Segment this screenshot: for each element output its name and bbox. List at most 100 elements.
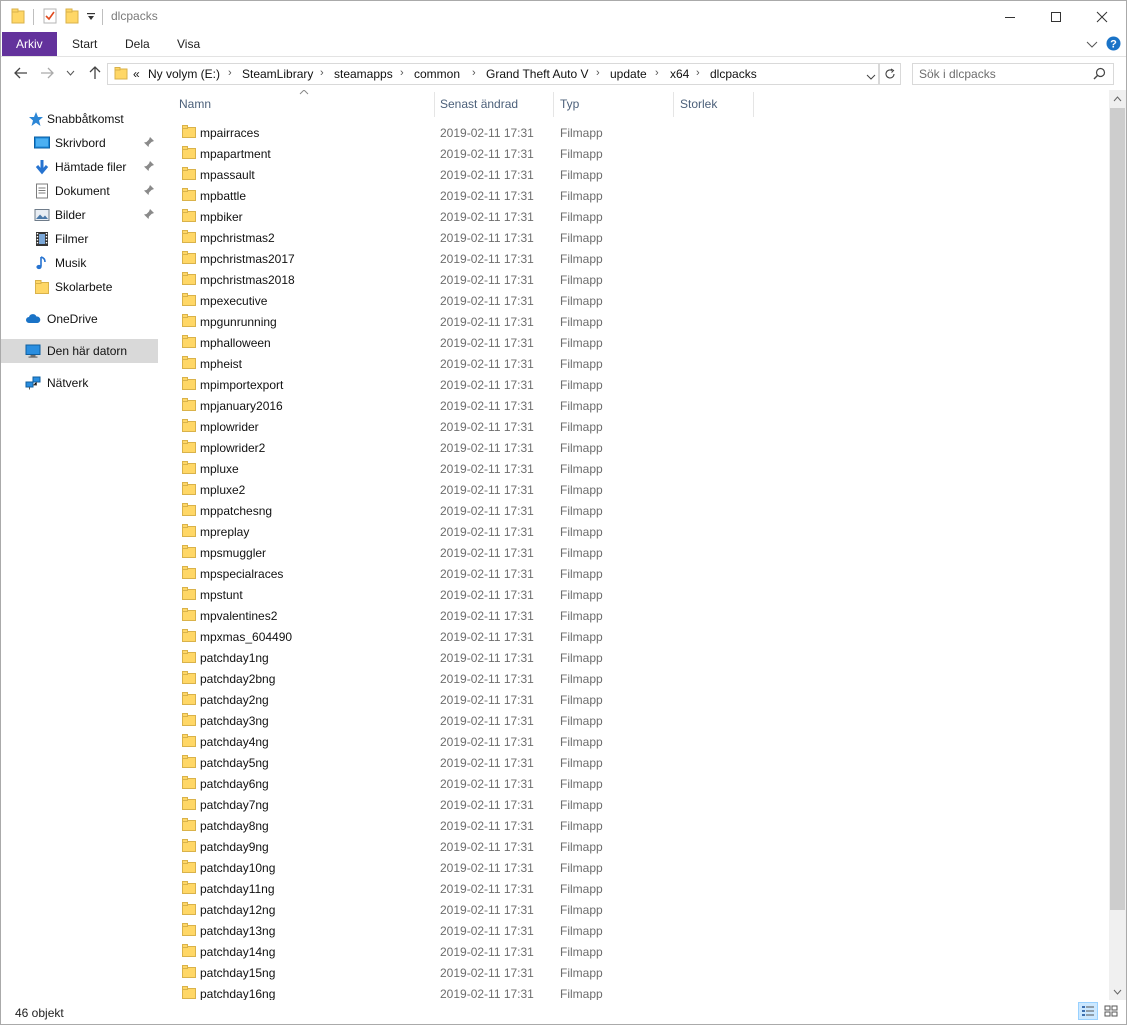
file-row[interactable]: mphalloween 2019-02-11 17:31 Filmapp bbox=[177, 332, 737, 353]
nav-item-filmer[interactable]: Filmer bbox=[1, 227, 158, 251]
file-row[interactable]: patchday14ng 2019-02-11 17:31 Filmapp bbox=[177, 941, 737, 962]
nav-item-hamtade-filer[interactable]: Hämtade filer bbox=[1, 155, 158, 179]
breadcrumb-item[interactable]: dlcpacks bbox=[710, 67, 757, 81]
pin-icon[interactable] bbox=[143, 184, 155, 196]
file-row[interactable]: mpbattle 2019-02-11 17:31 Filmapp bbox=[177, 185, 737, 206]
file-row[interactable]: mpchristmas2018 2019-02-11 17:31 Filmapp bbox=[177, 269, 737, 290]
file-row[interactable]: mpsmuggler 2019-02-11 17:31 Filmapp bbox=[177, 542, 737, 563]
file-row[interactable]: patchday3ng 2019-02-11 17:31 Filmapp bbox=[177, 710, 737, 731]
address-bar[interactable]: « Ny volym (E:) › SteamLibrary › steamap… bbox=[107, 63, 879, 85]
breadcrumb-item[interactable]: Grand Theft Auto V bbox=[486, 67, 589, 81]
file-row[interactable]: mpluxe2 2019-02-11 17:31 Filmapp bbox=[177, 479, 737, 500]
breadcrumb-item[interactable]: update bbox=[610, 67, 647, 81]
search-input[interactable] bbox=[919, 66, 1089, 81]
breadcrumb-separator-icon[interactable]: › bbox=[596, 67, 600, 79]
column-divider[interactable] bbox=[434, 92, 435, 117]
file-row[interactable]: patchday6ng 2019-02-11 17:31 Filmapp bbox=[177, 773, 737, 794]
search-box[interactable] bbox=[912, 63, 1114, 85]
tab-dela[interactable]: Dela bbox=[111, 32, 164, 56]
file-row[interactable]: mplowrider 2019-02-11 17:31 Filmapp bbox=[177, 416, 737, 437]
file-row[interactable]: mpvalentines2 2019-02-11 17:31 Filmapp bbox=[177, 605, 737, 626]
file-row[interactable]: patchday2bng 2019-02-11 17:31 Filmapp bbox=[177, 668, 737, 689]
file-row[interactable]: mpgunrunning 2019-02-11 17:31 Filmapp bbox=[177, 311, 737, 332]
breadcrumb-separator-icon[interactable]: › bbox=[655, 67, 659, 79]
nav-item-snabbatkomst[interactable]: Snabbåtkomst bbox=[1, 107, 158, 131]
file-row[interactable]: patchday16ng 2019-02-11 17:31 Filmapp bbox=[177, 983, 737, 1000]
customize-quick-access-icon[interactable] bbox=[86, 11, 96, 25]
column-header-name[interactable]: Namn bbox=[179, 97, 211, 111]
breadcrumb-item[interactable]: SteamLibrary bbox=[242, 67, 313, 81]
file-row[interactable]: patchday9ng 2019-02-11 17:31 Filmapp bbox=[177, 836, 737, 857]
tab-arkiv[interactable]: Arkiv bbox=[2, 32, 57, 56]
close-button[interactable] bbox=[1079, 1, 1125, 32]
scroll-up-button[interactable] bbox=[1109, 90, 1126, 107]
maximize-button[interactable] bbox=[1033, 1, 1079, 32]
file-row[interactable]: patchday1ng 2019-02-11 17:31 Filmapp bbox=[177, 647, 737, 668]
file-row[interactable]: mpairraces 2019-02-11 17:31 Filmapp bbox=[177, 122, 737, 143]
file-row[interactable]: mpstunt 2019-02-11 17:31 Filmapp bbox=[177, 584, 737, 605]
pin-icon[interactable] bbox=[143, 160, 155, 172]
tab-start[interactable]: Start bbox=[58, 32, 111, 56]
file-row[interactable]: patchday4ng 2019-02-11 17:31 Filmapp bbox=[177, 731, 737, 752]
recent-locations-button[interactable] bbox=[63, 63, 77, 83]
file-row[interactable]: patchday7ng 2019-02-11 17:31 Filmapp bbox=[177, 794, 737, 815]
large-icons-view-button[interactable] bbox=[1101, 1002, 1121, 1020]
scroll-down-button[interactable] bbox=[1109, 983, 1126, 1000]
minimize-button[interactable] bbox=[987, 1, 1033, 32]
breadcrumb-item[interactable]: Ny volym (E:) bbox=[148, 67, 220, 81]
breadcrumb-item[interactable]: x64 bbox=[670, 67, 689, 81]
file-row[interactable]: patchday8ng 2019-02-11 17:31 Filmapp bbox=[177, 815, 737, 836]
column-divider[interactable] bbox=[673, 92, 674, 117]
file-row[interactable]: patchday11ng 2019-02-11 17:31 Filmapp bbox=[177, 878, 737, 899]
breadcrumb-separator-icon[interactable]: › bbox=[696, 67, 700, 79]
chevron-down-icon[interactable] bbox=[866, 70, 876, 84]
pin-icon[interactable] bbox=[143, 136, 155, 148]
file-row[interactable]: mpexecutive 2019-02-11 17:31 Filmapp bbox=[177, 290, 737, 311]
details-view-button[interactable] bbox=[1078, 1002, 1098, 1020]
file-row[interactable]: mpxmas_604490 2019-02-11 17:31 Filmapp bbox=[177, 626, 737, 647]
breadcrumb-item[interactable]: common bbox=[414, 67, 460, 81]
breadcrumb-item[interactable]: steamapps bbox=[334, 67, 393, 81]
file-row[interactable]: patchday13ng 2019-02-11 17:31 Filmapp bbox=[177, 920, 737, 941]
tab-visa[interactable]: Visa bbox=[163, 32, 214, 56]
nav-item-dokument[interactable]: Dokument bbox=[1, 179, 158, 203]
search-icon[interactable] bbox=[1093, 67, 1106, 83]
column-header-size[interactable]: Storlek bbox=[680, 97, 717, 111]
nav-item-bilder[interactable]: Bilder bbox=[1, 203, 158, 227]
column-divider[interactable] bbox=[753, 92, 754, 117]
file-row[interactable]: patchday10ng 2019-02-11 17:31 Filmapp bbox=[177, 857, 737, 878]
file-row[interactable]: mpspecialraces 2019-02-11 17:31 Filmapp bbox=[177, 563, 737, 584]
nav-item-natverk[interactable]: Nätverk bbox=[1, 371, 158, 395]
back-button[interactable] bbox=[11, 63, 31, 83]
file-row[interactable]: mpimportexport 2019-02-11 17:31 Filmapp bbox=[177, 374, 737, 395]
file-row[interactable]: mplowrider2 2019-02-11 17:31 Filmapp bbox=[177, 437, 737, 458]
file-row[interactable]: mpheist 2019-02-11 17:31 Filmapp bbox=[177, 353, 737, 374]
forward-button[interactable] bbox=[37, 63, 57, 83]
column-header-modified[interactable]: Senast ändrad bbox=[440, 97, 518, 111]
vertical-scrollbar[interactable] bbox=[1109, 90, 1126, 1000]
nav-item-skrivbord[interactable]: Skrivbord bbox=[1, 131, 158, 155]
nav-item-den-har-datorn[interactable]: Den här datorn bbox=[1, 339, 158, 363]
breadcrumb-separator-icon[interactable]: › bbox=[228, 67, 232, 79]
scroll-thumb[interactable] bbox=[1110, 108, 1125, 910]
file-row[interactable]: patchday5ng 2019-02-11 17:31 Filmapp bbox=[177, 752, 737, 773]
file-row[interactable]: mpbiker 2019-02-11 17:31 Filmapp bbox=[177, 206, 737, 227]
properties-icon[interactable] bbox=[43, 8, 57, 27]
file-row[interactable]: mpchristmas2017 2019-02-11 17:31 Filmapp bbox=[177, 248, 737, 269]
file-row[interactable]: mpapartment 2019-02-11 17:31 Filmapp bbox=[177, 143, 737, 164]
column-divider[interactable] bbox=[553, 92, 554, 117]
file-row[interactable]: mpluxe 2019-02-11 17:31 Filmapp bbox=[177, 458, 737, 479]
file-row[interactable]: mpchristmas2 2019-02-11 17:31 Filmapp bbox=[177, 227, 737, 248]
chevron-down-icon[interactable] bbox=[1086, 39, 1098, 53]
column-header-type[interactable]: Typ bbox=[560, 97, 579, 111]
breadcrumb-separator-icon[interactable]: › bbox=[400, 67, 404, 79]
file-row[interactable]: patchday2ng 2019-02-11 17:31 Filmapp bbox=[177, 689, 737, 710]
nav-item-skolarbete[interactable]: Skolarbete bbox=[1, 275, 158, 299]
breadcrumb-separator-icon[interactable]: › bbox=[472, 67, 476, 79]
breadcrumb-overflow[interactable]: « bbox=[133, 67, 140, 81]
new-folder-icon[interactable] bbox=[65, 8, 79, 27]
nav-item-onedrive[interactable]: OneDrive bbox=[1, 307, 158, 331]
file-row[interactable]: patchday12ng 2019-02-11 17:31 Filmapp bbox=[177, 899, 737, 920]
file-row[interactable]: mpjanuary2016 2019-02-11 17:31 Filmapp bbox=[177, 395, 737, 416]
file-row[interactable]: mpreplay 2019-02-11 17:31 Filmapp bbox=[177, 521, 737, 542]
